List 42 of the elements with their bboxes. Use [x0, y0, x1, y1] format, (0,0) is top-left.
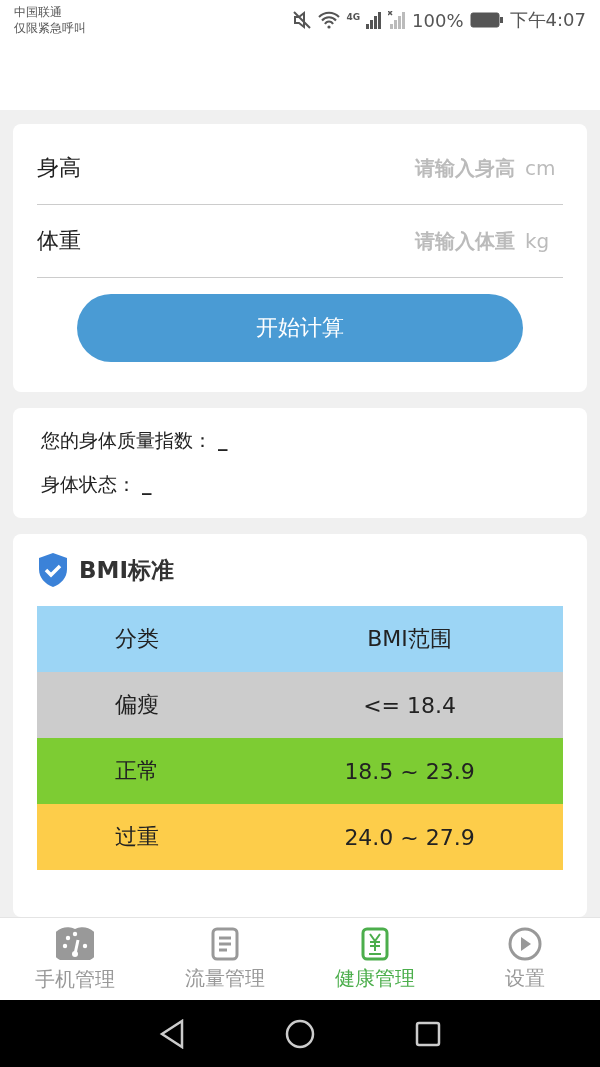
- nav-tab[interactable]: 流量管理: [150, 918, 300, 1000]
- result-value: _: [142, 472, 152, 497]
- column-header: 分类: [114, 625, 160, 653]
- table-cell-text: 过重: [114, 823, 160, 851]
- unit-label: kg: [525, 229, 551, 253]
- recents-icon[interactable]: [415, 1020, 441, 1047]
- unit-label: cm: [525, 156, 557, 180]
- carrier-note: 仅限紧急呼叫: [14, 20, 86, 36]
- wifi-icon: [318, 11, 341, 29]
- signal-icon: [366, 11, 383, 29]
- table-cell-text: 正常: [114, 757, 160, 785]
- mute-icon: [292, 10, 313, 30]
- section-title: BMI标准: [79, 555, 174, 585]
- battery-icon: [469, 12, 504, 28]
- field-label: 身高: [37, 154, 81, 182]
- input-field[interactable]: 请输入身高: [89, 155, 517, 181]
- nav-tab[interactable]: 设置: [450, 918, 600, 1000]
- calculate-button[interactable]: 开始计算: [77, 294, 523, 362]
- table-cell-text: 偏瘦: [114, 691, 160, 719]
- home-icon[interactable]: [285, 1018, 315, 1049]
- play-icon: [508, 926, 542, 961]
- back-icon[interactable]: [159, 1018, 185, 1049]
- result-label: 您的身体质量指数：: [41, 428, 212, 453]
- carrier-name: 中国联通: [14, 4, 63, 20]
- gauge-icon: [56, 925, 94, 962]
- shield-check-icon: [37, 552, 69, 588]
- no-signal-icon: [388, 11, 407, 29]
- result-label: 身体状态：: [41, 472, 136, 497]
- result-value: _: [218, 428, 228, 453]
- field-label: 体重: [37, 227, 81, 255]
- input-field[interactable]: 请输入体重: [89, 228, 517, 254]
- yen-document-icon: [361, 926, 389, 961]
- clock: 下午4:07: [509, 8, 586, 32]
- nav-tab[interactable]: 手机管理: [0, 918, 150, 1000]
- nav-tab[interactable]: 健康管理: [300, 918, 450, 1000]
- column-header: BMI范围: [366, 625, 453, 653]
- table-cell-text: 18.5 ~ 23.9: [343, 758, 476, 784]
- battery-percent: 100%: [412, 9, 464, 31]
- table-cell-text: 24.0 ~ 27.9: [343, 824, 476, 850]
- document-icon: [211, 926, 239, 961]
- network-label: 4G: [346, 12, 361, 22]
- table-cell-text: <= 18.4: [362, 692, 457, 718]
